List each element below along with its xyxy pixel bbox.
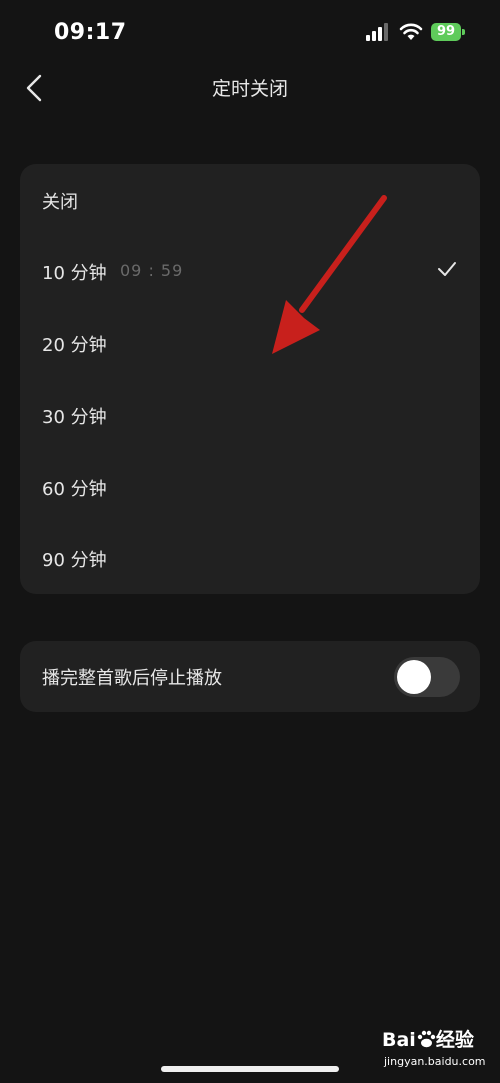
stop-after-song-label: 播完整首歌后停止播放 — [42, 668, 222, 689]
checkmark-icon — [438, 262, 456, 276]
option-30-minutes[interactable]: 30 分钟 — [20, 379, 480, 451]
option-label: 60 分钟 — [42, 479, 107, 500]
option-60-minutes[interactable]: 60 分钟 — [20, 451, 480, 523]
countdown-timer: 09 : 59 — [120, 261, 184, 280]
option-90-minutes[interactable]: 90 分钟 — [20, 522, 480, 594]
annotation-arrow — [272, 195, 387, 354]
option-label: 10 分钟 — [42, 263, 107, 284]
battery-level: 99 — [436, 24, 456, 39]
baidu-jingyan-watermark: Bai 经验 jingyan.baidu.com — [382, 1025, 494, 1075]
status-time: 09:17 — [54, 20, 127, 45]
option-label: 关闭 — [42, 192, 78, 213]
option-off[interactable]: 关闭 — [20, 164, 480, 236]
stop-after-song-setting: 播完整首歌后停止播放 — [20, 641, 480, 712]
timer-options-list: 关闭 10 分钟 09 : 59 20 分钟 30 分钟 60 分钟 90 分钟 — [20, 164, 480, 594]
option-label: 20 分钟 — [42, 335, 107, 356]
watermark-logo: Bai 经验 — [382, 1029, 474, 1051]
option-label: 90 分钟 — [42, 550, 107, 571]
status-bar: 09:17 99 — [0, 0, 500, 64]
page-title: 定时关闭 — [211, 78, 288, 100]
battery-charging-icon: 99 — [431, 23, 465, 41]
stop-after-song-toggle[interactable] — [394, 657, 460, 697]
option-10-minutes[interactable]: 10 分钟 09 : 59 — [20, 235, 480, 307]
cellular-signal-icon — [366, 23, 388, 41]
option-20-minutes[interactable]: 20 分钟 — [20, 307, 480, 379]
watermark-url: jingyan.baidu.com — [384, 1055, 486, 1068]
toggle-knob — [397, 660, 431, 694]
home-indicator — [161, 1066, 339, 1072]
wifi-icon — [399, 23, 423, 40]
option-label: 30 分钟 — [42, 407, 107, 428]
